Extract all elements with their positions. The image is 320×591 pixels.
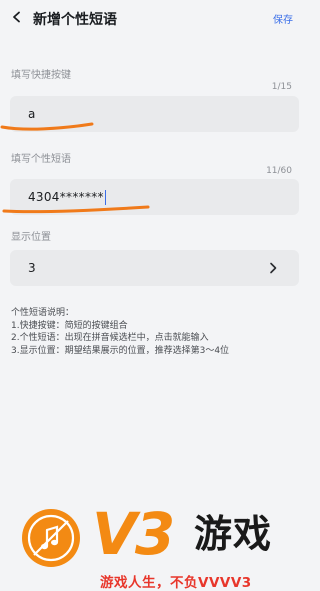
shortcut-counter: 1/15 [271,82,292,92]
brand-v3: V3 [92,500,175,568]
save-button[interactable]: 保存 [273,11,293,26]
description-line-2: 2.个性短语：出现在拼音候选栏中，点击就能输入 [11,333,209,344]
phrase-value-wrap: 4304******* [28,189,107,205]
text-cursor [104,189,107,205]
position-value: 3 [28,261,36,275]
site-watermark: V3 游戏 游戏人生，不负VVVV3 [0,500,300,591]
description-line-1: 1.快捷按键：简短的按键组合 [11,320,128,331]
position-label: 显示位置 [11,232,51,243]
phrase-value: 4304******* [28,190,104,204]
top-bar: 新增个性短语 保存 [0,0,300,36]
position-selector[interactable]: 3 [10,250,299,286]
description-heading: 个性短语说明： [11,308,75,318]
phrase-input[interactable]: 4304******* [10,179,299,215]
chevron-right-icon [270,262,277,274]
phrase-label: 填写个性短语 [11,154,71,165]
shortcut-label: 填写快捷按键 [11,70,71,81]
description-line-3: 3.显示位置：期望结果展示的位置，推荐选择第3～4位 [11,345,230,356]
shortcut-input[interactable]: a [10,96,299,132]
phrase-description: 个性短语说明： 1.快捷按键：简短的按键组合 2.个性短语：出现在拼音候选栏中，… [11,307,229,357]
shortcut-value: a [28,107,36,121]
page-title: 新增个性短语 [33,12,117,28]
brand-name: 游戏 [194,512,273,556]
music-note-logo-icon [22,509,80,567]
brand-slogan: 游戏人生，不负VVVV3 [100,575,252,591]
back-arrow-icon [13,11,20,23]
back-button[interactable] [6,6,28,28]
phrase-counter: 11/60 [266,166,292,176]
